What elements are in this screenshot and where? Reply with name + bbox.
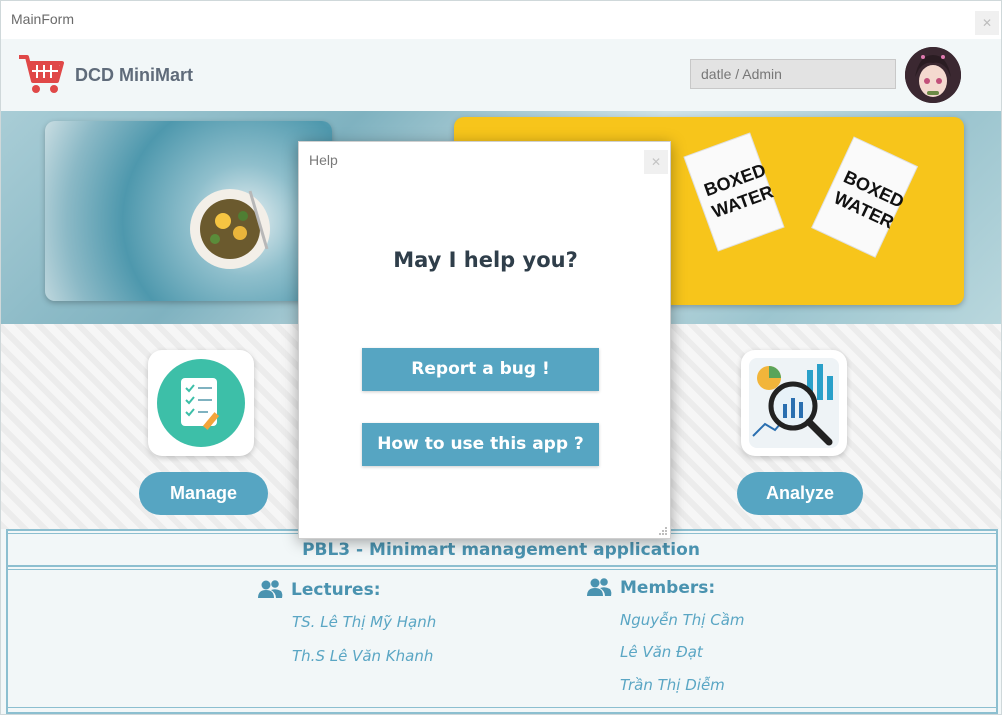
current-user-field: datle / Admin xyxy=(690,59,896,89)
manage-button[interactable]: Manage xyxy=(139,472,268,515)
checklist-icon xyxy=(157,359,245,447)
lecturer-name: TS. Lê Thị Mỹ Hạnh xyxy=(292,613,437,631)
how-to-use-button[interactable]: How to use this app ? xyxy=(362,423,599,466)
project-title: PBL3 - Minimart management application xyxy=(302,540,700,560)
help-dialog-close-button[interactable]: ✕ xyxy=(644,150,668,174)
lectures-heading: Lectures: xyxy=(291,580,381,600)
user-avatar[interactable] xyxy=(905,47,961,103)
food-plate-icon xyxy=(190,189,270,269)
app-header: DCD MiniMart datle / Admin xyxy=(1,39,1001,111)
banner-food-image xyxy=(45,121,332,301)
manage-tile[interactable] xyxy=(148,350,254,456)
help-dialog: Help ✕ May I help you? Report a bug ! Ho… xyxy=(298,141,671,539)
analyze-button[interactable]: Analyze xyxy=(737,472,863,515)
analytics-magnifier-icon xyxy=(749,358,839,448)
member-name: Lê Văn Đạt xyxy=(620,643,703,661)
report-bug-button[interactable]: Report a bug ! xyxy=(362,348,599,391)
divider xyxy=(6,707,998,708)
project-info-panel: PBL3 - Minimart management application L… xyxy=(1,529,1001,714)
divider xyxy=(6,569,998,570)
help-heading: May I help you? xyxy=(393,248,578,272)
lecturer-name: Th.S Lê Văn Khanh xyxy=(292,647,434,665)
window-title: MainForm xyxy=(11,11,75,27)
window-close-button[interactable]: ✕ xyxy=(975,11,999,35)
window-titlebar: MainForm ✕ xyxy=(1,1,1001,39)
avatar-image-icon xyxy=(905,47,961,103)
people-icon xyxy=(258,580,283,598)
member-name: Trần Thị Diễm xyxy=(620,676,725,694)
resize-grip-icon[interactable] xyxy=(658,526,668,536)
app-brand-title: DCD MiniMart xyxy=(75,65,193,85)
shopping-cart-icon xyxy=(19,55,64,93)
members-heading: Members: xyxy=(620,578,716,598)
member-name: Nguyễn Thị Cầm xyxy=(620,611,745,629)
analyze-tile[interactable] xyxy=(741,350,847,456)
divider xyxy=(6,565,998,567)
main-window: MainForm ✕ DCD MiniMart datle / Admin BO… xyxy=(0,0,1002,715)
people-icon xyxy=(587,578,612,596)
help-dialog-title: Help xyxy=(309,152,338,168)
